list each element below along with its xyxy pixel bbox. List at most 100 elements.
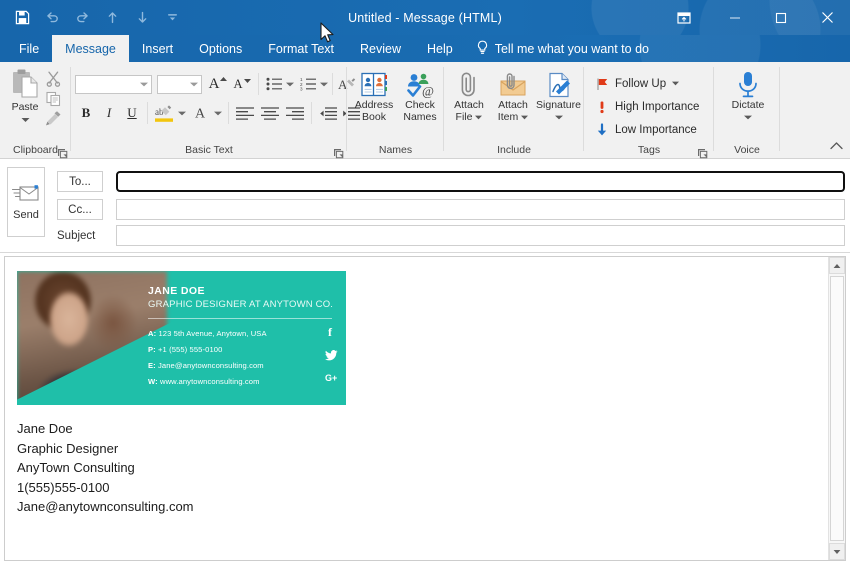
- save-icon[interactable]: [14, 9, 31, 26]
- cut-icon[interactable]: [45, 70, 62, 92]
- address-book-button[interactable]: Address Book: [350, 70, 398, 123]
- next-item-icon[interactable]: [134, 9, 151, 26]
- underline-label: U: [127, 105, 136, 121]
- down-arrow-icon: [595, 123, 609, 137]
- subject-label: Subject: [57, 230, 95, 242]
- tab-message[interactable]: Message: [52, 35, 129, 62]
- attach-item-icon: [498, 70, 528, 100]
- paste-button[interactable]: Paste: [5, 68, 45, 123]
- shrink-font-icon[interactable]: A: [231, 73, 253, 95]
- signature-text-block[interactable]: Jane Doe Graphic Designer AnyTown Consul…: [17, 419, 816, 517]
- address-book-icon: [359, 70, 389, 100]
- copy-icon[interactable]: [45, 90, 62, 112]
- body-vertical-scrollbar[interactable]: [828, 257, 845, 560]
- tab-review[interactable]: Review: [347, 35, 414, 62]
- ribbon-group-tags: Follow Up High Importance Low Importance…: [584, 62, 714, 159]
- italic-icon[interactable]: I: [98, 102, 120, 124]
- send-label: Send: [13, 209, 39, 221]
- message-body-area[interactable]: JANE DOE GRAPHIC DESIGNER AT ANYTOWN CO.…: [4, 256, 846, 561]
- redo-icon[interactable]: [74, 9, 91, 26]
- undo-icon[interactable]: [44, 9, 61, 26]
- card-name: JANE DOE: [148, 285, 205, 297]
- tab-options[interactable]: Options: [186, 35, 255, 62]
- font-name-combo[interactable]: [75, 75, 152, 94]
- subject-input[interactable]: [116, 225, 845, 246]
- facebook-icon[interactable]: f: [328, 325, 332, 340]
- tell-me-search[interactable]: Tell me what you want to do: [466, 35, 659, 62]
- attach-file-button[interactable]: Attach File: [447, 70, 491, 123]
- high-importance-button[interactable]: High Importance: [592, 97, 702, 116]
- align-right-icon[interactable]: [283, 102, 307, 124]
- chevron-down-icon: [672, 81, 679, 86]
- svg-text:@: @: [422, 84, 434, 99]
- numbering-icon[interactable]: 123: [298, 73, 318, 95]
- card-address-text: 123 5th Avenue, Anytown, USA: [158, 329, 266, 338]
- numbering-dropdown-icon[interactable]: [318, 75, 329, 93]
- business-card-signature-image[interactable]: JANE DOE GRAPHIC DESIGNER AT ANYTOWN CO.…: [17, 271, 346, 405]
- grow-font-label: A: [209, 76, 220, 93]
- send-button[interactable]: Send: [7, 167, 45, 237]
- address-book-label-line1: Address: [355, 100, 394, 112]
- cc-input[interactable]: [116, 199, 845, 220]
- basic-text-dialog-launcher[interactable]: [333, 146, 344, 157]
- signature-icon: [544, 70, 574, 100]
- dictate-button[interactable]: Dictate: [726, 70, 770, 120]
- clipboard-dialog-launcher[interactable]: [57, 146, 68, 157]
- card-phone-line: P: +1 (555) 555-0100: [148, 345, 222, 354]
- chevron-down-icon: [744, 115, 752, 120]
- font-color-dropdown-icon[interactable]: [212, 104, 223, 122]
- twitter-icon[interactable]: [325, 350, 338, 361]
- tab-format-text[interactable]: Format Text: [255, 35, 347, 62]
- bold-icon[interactable]: B: [75, 102, 97, 124]
- tab-file[interactable]: File: [6, 35, 52, 62]
- decrease-indent-icon[interactable]: [316, 102, 339, 124]
- collapse-ribbon-icon[interactable]: [830, 138, 843, 156]
- close-button[interactable]: [804, 0, 850, 35]
- tab-insert[interactable]: Insert: [129, 35, 186, 62]
- bullets-icon[interactable]: [264, 73, 284, 95]
- grow-font-icon[interactable]: A: [207, 73, 229, 95]
- chevron-down-icon: [555, 115, 563, 120]
- format-painter-icon[interactable]: [45, 110, 62, 132]
- signature-line-company: AnyTown Consulting: [17, 458, 816, 478]
- attach-file-label-line1: Attach: [454, 100, 484, 112]
- minimize-button[interactable]: [712, 0, 758, 35]
- to-input[interactable]: [116, 171, 845, 192]
- to-button[interactable]: To...: [57, 171, 103, 192]
- attach-item-button[interactable]: Attach Item: [491, 70, 535, 123]
- text-highlight-color-icon[interactable]: ab: [152, 102, 176, 124]
- align-left-icon[interactable]: [233, 102, 257, 124]
- check-names-button[interactable]: @ Check Names: [398, 70, 442, 123]
- google-plus-icon[interactable]: G+: [325, 373, 337, 383]
- maximize-button[interactable]: [758, 0, 804, 35]
- chevron-down-icon: [21, 117, 30, 123]
- font-size-combo[interactable]: [157, 75, 202, 94]
- tab-help[interactable]: Help: [414, 35, 466, 62]
- card-phone-prefix: P:: [148, 345, 156, 354]
- customize-quick-access-icon[interactable]: [164, 9, 181, 26]
- font-color-icon[interactable]: A: [191, 102, 212, 124]
- card-role: GRAPHIC DESIGNER AT ANYTOWN CO.: [148, 299, 333, 310]
- previous-item-icon[interactable]: [104, 9, 121, 26]
- scroll-up-button[interactable]: [829, 257, 845, 274]
- low-importance-button[interactable]: Low Importance: [592, 120, 700, 139]
- bullets-dropdown-icon[interactable]: [284, 75, 295, 93]
- attach-file-label-line2: File: [456, 112, 483, 124]
- ribbon-group-names: Address Book @ Check Names Names: [347, 62, 444, 159]
- follow-up-button[interactable]: Follow Up: [592, 74, 682, 93]
- underline-icon[interactable]: U: [121, 102, 143, 124]
- tags-dialog-launcher[interactable]: [697, 146, 708, 157]
- message-body-content[interactable]: JANE DOE GRAPHIC DESIGNER AT ANYTOWN CO.…: [5, 257, 828, 560]
- text-highlight-dropdown-icon[interactable]: [176, 104, 187, 122]
- scroll-down-button[interactable]: [829, 543, 845, 560]
- ribbon-display-options-icon[interactable]: [664, 0, 704, 35]
- cc-button[interactable]: Cc...: [57, 199, 103, 220]
- attach-item-label-line1: Attach: [498, 100, 528, 112]
- basic-text-group-label: Basic Text: [71, 142, 347, 158]
- ribbon-tab-strip: File Message Insert Options Format Text …: [0, 35, 850, 62]
- attach-item-line2-text: Item: [498, 112, 518, 124]
- scrollbar-thumb[interactable]: [830, 276, 844, 541]
- signature-button[interactable]: Signature: [535, 70, 582, 120]
- follow-up-label: Follow Up: [615, 78, 666, 90]
- align-center-icon[interactable]: [258, 102, 282, 124]
